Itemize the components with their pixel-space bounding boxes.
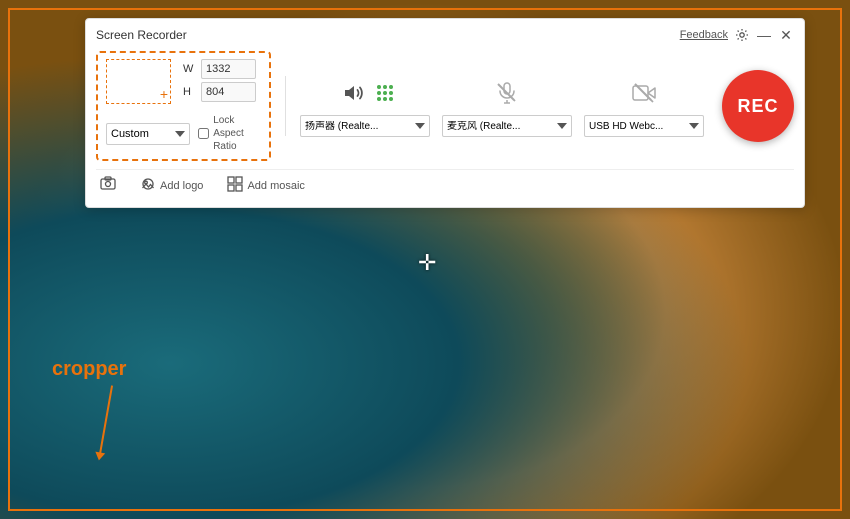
region-dimensions: W H (183, 59, 256, 102)
camera-select[interactable]: USB HD Webc... (584, 115, 704, 137)
add-logo-label: Add logo (160, 180, 203, 192)
camera-button[interactable] (626, 75, 662, 111)
panel-title: Screen Recorder (96, 28, 187, 42)
rec-button[interactable]: REC (722, 70, 794, 142)
av-section: 扬声器 (Realte... (300, 75, 704, 137)
lock-ratio-checkbox[interactable] (198, 128, 209, 139)
feedback-link[interactable]: Feedback (680, 29, 728, 41)
speaker-button[interactable] (337, 75, 373, 111)
add-mosaic-label: Add mosaic (247, 180, 304, 192)
region-preview[interactable]: + (106, 59, 171, 104)
camera-group: USB HD Webc... (584, 75, 704, 137)
mic-select[interactable]: 麦克风 (Realte... (442, 115, 572, 137)
region-selector-box: + W H Custom Full Sc (96, 51, 271, 161)
audio-level-dots (377, 85, 393, 101)
panel-titlebar: Screen Recorder Feedback — ✕ (96, 27, 794, 43)
cropper-label: cropper (52, 358, 126, 381)
width-row: W (183, 59, 256, 79)
minimize-button[interactable]: — (756, 27, 772, 43)
lock-ratio-control: Lock AspectRatio (198, 114, 261, 153)
mic-icon (495, 81, 519, 105)
camera-icon (632, 81, 656, 105)
width-label: W (183, 63, 197, 75)
width-input[interactable] (201, 59, 256, 79)
panel-controls: Feedback — ✕ (680, 27, 794, 43)
speaker-group: 扬声器 (Realte... (300, 75, 430, 137)
move-cursor-icon: ✛ (418, 250, 442, 274)
screen-recorder-panel: Screen Recorder Feedback — ✕ + (85, 18, 805, 208)
speaker-icon (343, 81, 367, 105)
divider-1 (285, 76, 286, 136)
close-button[interactable]: ✕ (778, 27, 794, 43)
height-input[interactable] (201, 82, 256, 102)
add-mosaic-icon (227, 176, 243, 195)
height-label: H (183, 86, 197, 98)
region-preview-plus-icon: + (160, 87, 168, 101)
preset-select[interactable]: Custom Full Screen 1920×1080 1280×720 64… (106, 123, 190, 145)
panel-body: + W H Custom Full Sc (96, 51, 794, 161)
mic-group: 麦克风 (Realte... (442, 75, 572, 137)
settings-button[interactable] (734, 27, 750, 43)
rec-label: REC (737, 96, 778, 117)
mic-button[interactable] (489, 75, 525, 111)
screenshot-icon (100, 176, 116, 195)
panel-footer: Add logo Add mosaic (96, 169, 794, 197)
height-row: H (183, 82, 256, 102)
speaker-select[interactable]: 扬声器 (Realte... (300, 115, 430, 137)
add-logo-button[interactable]: Add logo (136, 174, 207, 197)
add-logo-icon (140, 176, 156, 195)
screenshot-button[interactable] (96, 174, 120, 197)
gear-icon (735, 28, 749, 42)
lock-ratio-label: Lock AspectRatio (213, 114, 261, 153)
add-mosaic-button[interactable]: Add mosaic (223, 174, 308, 197)
